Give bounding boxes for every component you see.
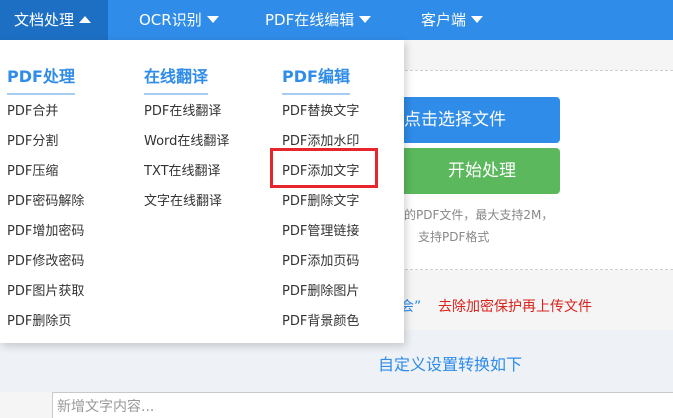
- column-header-pdf-processing: PDF处理: [7, 63, 75, 95]
- menu-item-pdf-delete-images[interactable]: PDF删除图片: [282, 280, 359, 299]
- upload-hint-line2: 支持PDF格式: [418, 230, 490, 244]
- caret-down-icon: [359, 16, 372, 23]
- menu-item-pdf-extract-images[interactable]: PDF图片获取: [7, 280, 84, 299]
- menu-item-pdf-add-password[interactable]: PDF增加密码: [7, 220, 84, 239]
- menu-item-text-translate[interactable]: 文字在线翻译: [144, 190, 222, 209]
- menu-item-pdf-add-page-numbers[interactable]: PDF添加页码: [282, 250, 359, 269]
- nav-ocr-label: OCR识别: [139, 11, 202, 29]
- menu-item-pdf-manage-links[interactable]: PDF管理链接: [282, 220, 359, 239]
- menu-item-pdf-background-color[interactable]: PDF背景颜色: [282, 310, 359, 329]
- top-nav: 文档处理 OCR识别 PDF在线编辑 客户端: [0, 0, 673, 40]
- encryption-warning: 去除加密保护再上传文件: [438, 299, 592, 315]
- column-header-online-translation: 在线翻译: [144, 63, 209, 95]
- caret-down-icon: [206, 16, 219, 23]
- menu-item-pdf-split[interactable]: PDF分割: [7, 130, 58, 149]
- upload-hint-line1: 理的PDF文件，最大支持2M，: [392, 208, 554, 222]
- menu-item-pdf-merge[interactable]: PDF合并: [7, 100, 58, 119]
- add-text-input[interactable]: [52, 392, 673, 418]
- start-processing-button[interactable]: 开始处理: [392, 148, 560, 194]
- nav-client[interactable]: 客户端: [421, 0, 484, 40]
- menu-item-word-translate[interactable]: Word在线翻译: [144, 130, 229, 149]
- nav-client-label: 客户端: [421, 11, 467, 29]
- menu-item-pdf-compress[interactable]: PDF压缩: [7, 160, 58, 179]
- menu-item-pdf-change-password[interactable]: PDF修改密码: [7, 250, 84, 269]
- nav-pdf-edit-label: PDF在线编辑: [265, 11, 355, 29]
- menu-item-pdf-replace-text[interactable]: PDF替换文字: [282, 100, 359, 119]
- nav-doc-processing[interactable]: 文档处理: [0, 0, 108, 40]
- nav-ocr[interactable]: OCR识别: [139, 0, 219, 40]
- menu-item-pdf-translate[interactable]: PDF在线翻译: [144, 100, 221, 119]
- caret-down-icon: [471, 16, 484, 23]
- settings-title: 自定义设置转换如下: [378, 355, 523, 374]
- nav-doc-processing-label: 文档处理: [14, 11, 75, 29]
- menu-item-pdf-delete-pages[interactable]: PDF删除页: [7, 310, 71, 329]
- highlight-box: [270, 148, 378, 188]
- caret-up-icon: [79, 16, 92, 23]
- menu-item-pdf-delete-text[interactable]: PDF删除文字: [282, 190, 359, 209]
- menu-item-pdf-add-watermark[interactable]: PDF添加水印: [282, 130, 359, 149]
- menu-item-txt-translate[interactable]: TXT在线翻译: [144, 160, 221, 179]
- nav-pdf-edit[interactable]: PDF在线编辑: [265, 0, 372, 40]
- select-file-button[interactable]: 点击选择文件: [392, 97, 560, 143]
- column-header-pdf-edit: PDF编辑: [282, 63, 350, 95]
- menu-item-pdf-remove-password[interactable]: PDF密码解除: [7, 190, 84, 209]
